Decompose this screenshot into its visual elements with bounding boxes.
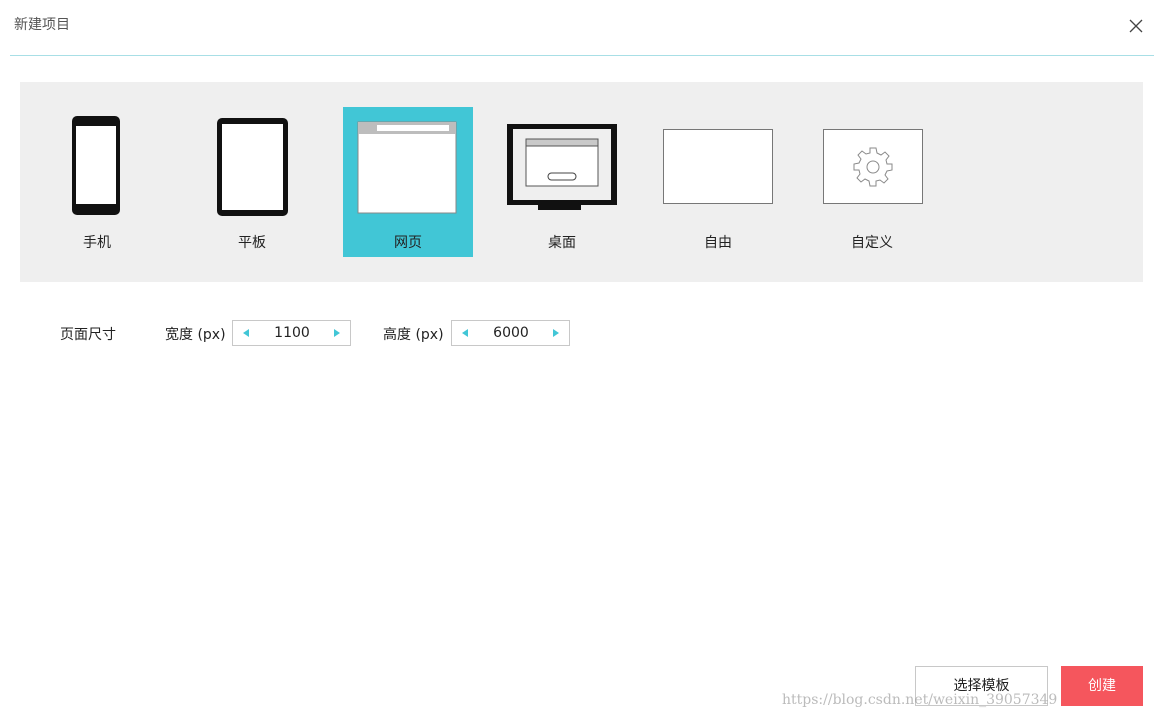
gear-icon (823, 129, 923, 204)
device-type-panel: 手机 平板 网页 桌面 自由 自定义 (20, 82, 1143, 282)
triangle-left-icon (462, 329, 468, 337)
device-type-label: 平板 (238, 235, 266, 251)
device-type-label: 桌面 (548, 235, 576, 251)
device-type-tablet[interactable]: 平板 (187, 107, 317, 257)
browser-window-icon (357, 121, 457, 214)
page-size-label: 页面尺寸 (60, 327, 116, 343)
height-increment-button[interactable] (543, 321, 569, 345)
height-stepper (451, 320, 570, 346)
width-stepper (232, 320, 351, 346)
device-type-desktop[interactable]: 桌面 (497, 107, 627, 257)
tablet-icon (217, 118, 288, 216)
width-label: 宽度 (px) (165, 327, 226, 343)
triangle-right-icon (334, 329, 340, 337)
page-size-row: 页面尺寸 宽度 (px) 高度 (px) (0, 318, 700, 348)
triangle-right-icon (553, 329, 559, 337)
device-type-label: 自由 (704, 235, 732, 251)
device-type-web[interactable]: 网页 (343, 107, 473, 257)
blank-rectangle-icon (663, 129, 773, 204)
choose-template-button[interactable]: 选择模板 (915, 666, 1048, 706)
desktop-monitor-icon (507, 124, 617, 210)
height-label: 高度 (px) (383, 327, 444, 343)
width-increment-button[interactable] (324, 321, 350, 345)
device-type-free[interactable]: 自由 (653, 107, 783, 257)
header-divider (10, 55, 1154, 56)
phone-icon (72, 116, 120, 215)
triangle-left-icon (243, 329, 249, 337)
height-decrement-button[interactable] (452, 321, 478, 345)
device-type-phone[interactable]: 手机 (32, 107, 162, 257)
close-icon (1129, 19, 1143, 33)
width-decrement-button[interactable] (233, 321, 259, 345)
device-type-label: 手机 (83, 235, 111, 251)
device-type-label: 网页 (394, 235, 422, 251)
device-type-label: 自定义 (851, 235, 893, 251)
close-button[interactable] (1126, 16, 1146, 36)
dialog-header: 新建项目 (0, 0, 1164, 57)
dialog-title: 新建项目 (14, 17, 70, 33)
create-button[interactable]: 创建 (1061, 666, 1143, 706)
device-type-custom[interactable]: 自定义 (807, 107, 937, 257)
width-input[interactable] (261, 323, 323, 343)
height-input[interactable] (480, 323, 542, 343)
